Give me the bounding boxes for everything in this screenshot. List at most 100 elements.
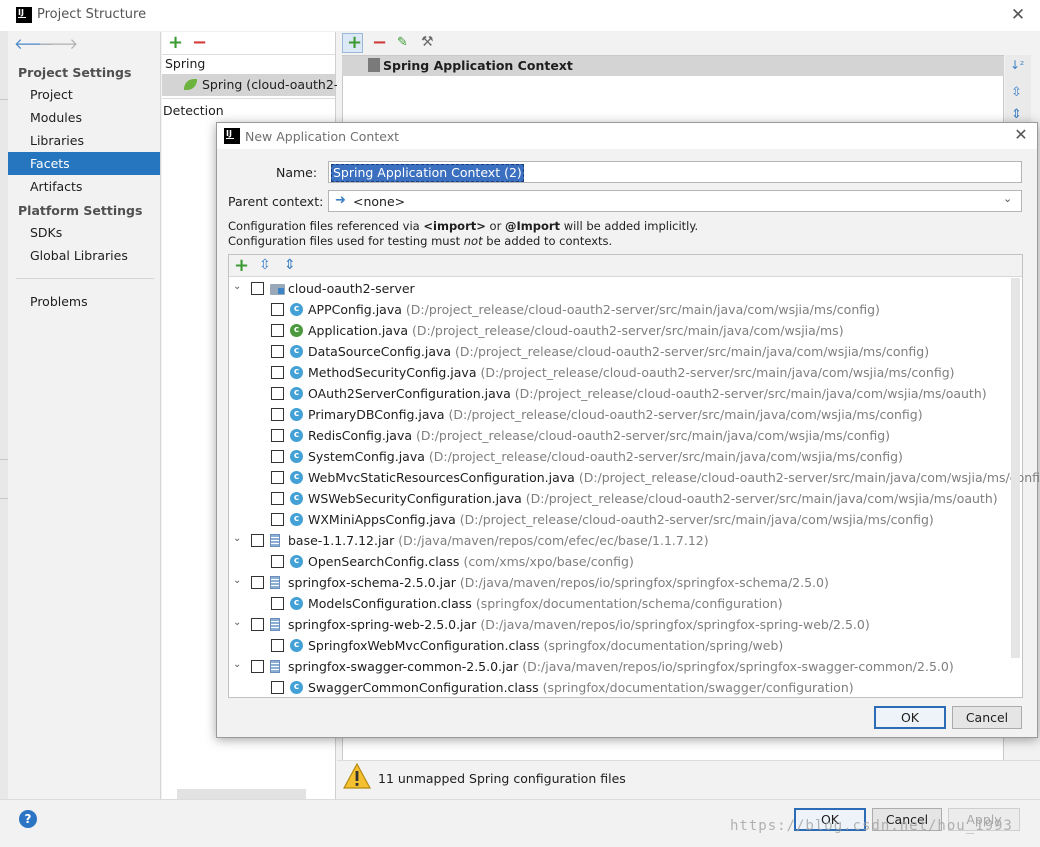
- file-path: (springfox/documentation/swagger/configu…: [542, 680, 854, 695]
- file-checkbox[interactable]: [271, 429, 284, 442]
- add-file-icon[interactable]: +: [234, 257, 249, 275]
- nav-item-modules[interactable]: Modules: [8, 106, 160, 129]
- remove-context-icon[interactable]: −: [372, 34, 387, 52]
- parent-context-label: Parent context:: [228, 194, 324, 209]
- forward-arrow-icon[interactable]: 🡒: [38, 34, 78, 53]
- tree-group-row[interactable]: ⌄ base-1.1.7.12.jar (D:/java/maven/repos/…: [229, 530, 1009, 551]
- tree-file-row[interactable]: c MethodSecurityConfig.java (D:/project_r…: [229, 362, 1009, 383]
- context-header-row[interactable]: Spring Application Context: [342, 56, 1004, 76]
- nav-item-sdks[interactable]: SDKs: [8, 221, 160, 244]
- tree-file-row[interactable]: c OAuth2ServerConfiguration.java (D:/proj…: [229, 383, 1009, 404]
- tree-file-row[interactable]: c WXMiniAppsConfig.java (D:/project_relea…: [229, 509, 1009, 530]
- add-facet-icon[interactable]: +: [168, 34, 183, 52]
- nav-item-project[interactable]: Project: [8, 83, 160, 106]
- chevron-down-icon[interactable]: ⌄: [233, 659, 241, 670]
- file-path: (springfox/documentation/schema/configur…: [475, 596, 783, 611]
- tree-file-row[interactable]: c RedisConfig.java (D:/project_release/cl…: [229, 425, 1009, 446]
- facets-scrollbar[interactable]: [177, 789, 306, 799]
- file-checkbox[interactable]: [271, 597, 284, 610]
- class-icon: c: [290, 492, 303, 505]
- file-checkbox[interactable]: [271, 303, 284, 316]
- file-path: (D:/project_release/cloud-oauth2-server/…: [416, 428, 891, 443]
- chevron-down-icon[interactable]: ⌄: [233, 617, 241, 628]
- nav-item-facets[interactable]: Facets: [8, 152, 160, 175]
- tree-group-row[interactable]: ⌄ springfox-spring-web-2.5.0.jar (D:/java…: [229, 614, 1009, 635]
- file-checkbox[interactable]: [271, 513, 284, 526]
- file-checkbox[interactable]: [271, 681, 284, 694]
- tree-file-row[interactable]: c PrimaryDBConfig.java (D:/project_releas…: [229, 404, 1009, 425]
- tree-file-row[interactable]: c Application.java (D:/project_release/cl…: [229, 320, 1009, 341]
- expand-all-icon[interactable]: ⇳: [1011, 85, 1022, 100]
- facet-group-spring[interactable]: Spring: [165, 56, 205, 71]
- tree-file-row[interactable]: c OpenSearchConfig.class (com/xms/xpo/bas…: [229, 551, 1009, 572]
- parent-context-select[interactable]: ➜ <none> ⌄: [328, 190, 1022, 212]
- tree-row-label: springfox-schema-2.5.0.jar (D:/java/mave…: [288, 575, 829, 590]
- file-checkbox[interactable]: [271, 387, 284, 400]
- edit-icon[interactable]: ✎: [397, 35, 408, 50]
- chevron-down-icon[interactable]: ⌄: [233, 575, 241, 586]
- tree-scrollbar[interactable]: [1011, 278, 1020, 658]
- file-checkbox[interactable]: [271, 471, 284, 484]
- sort-icon[interactable]: ↓ᶻ: [1010, 58, 1024, 72]
- file-checkbox[interactable]: [271, 408, 284, 421]
- nav-item-problems[interactable]: Problems: [8, 290, 160, 313]
- tree-group-row[interactable]: ⌄ cloud-oauth2-server: [229, 278, 1009, 299]
- tree-file-row[interactable]: c WebMvcStaticResourcesConfiguration.java…: [229, 467, 1040, 488]
- chevron-down-icon: ⌄: [1003, 192, 1013, 205]
- file-checkbox[interactable]: [251, 660, 264, 673]
- class-icon: c: [290, 345, 303, 358]
- tree-file-row[interactable]: c SystemConfig.java (D:/project_release/c…: [229, 446, 1009, 467]
- file-checkbox[interactable]: [251, 576, 264, 589]
- tree-file-row[interactable]: c WSWebSecurityConfiguration.java (D:/pro…: [229, 488, 1009, 509]
- file-path: (D:/project_release/cloud-oauth2-server/…: [514, 386, 987, 401]
- expand-all-icon[interactable]: ⇳: [259, 257, 271, 273]
- file-name: APPConfig.java: [308, 302, 402, 317]
- warning-text[interactable]: 11 unmapped Spring configuration files: [378, 771, 626, 786]
- file-checkbox[interactable]: [271, 366, 284, 379]
- name-label: Name:: [276, 165, 318, 180]
- chevron-down-icon[interactable]: ⌄: [233, 281, 241, 292]
- file-checkbox[interactable]: [251, 534, 264, 547]
- tree-group-row[interactable]: ⌄ springfox-schema-2.5.0.jar (D:/java/mav…: [229, 572, 1009, 593]
- file-checkbox[interactable]: [251, 282, 264, 295]
- facet-item-spring[interactable]: Spring (cloud-oauth2-s: [162, 74, 345, 96]
- file-checkbox[interactable]: [271, 639, 284, 652]
- file-checkbox[interactable]: [271, 324, 284, 337]
- tree-group-row[interactable]: ⌄ springfox-swagger-common-2.5.0.jar (D:/…: [229, 656, 1009, 677]
- name-input[interactable]: Spring Application Context (2): [328, 161, 1022, 183]
- class-icon: c: [290, 450, 303, 463]
- detection-label[interactable]: Detection: [163, 103, 224, 118]
- dialog-close-icon[interactable]: ✕: [1011, 125, 1031, 145]
- nav-item-libraries[interactable]: Libraries: [8, 129, 160, 152]
- tree-file-row[interactable]: c DataSourceConfig.java (D:/project_relea…: [229, 341, 1009, 362]
- dialog-ok-button[interactable]: OK: [874, 706, 946, 729]
- tree-row-label: OAuth2ServerConfiguration.java (D:/proje…: [308, 386, 987, 401]
- collapse-all-icon[interactable]: ⇕: [284, 257, 296, 273]
- help-icon[interactable]: ?: [19, 810, 37, 828]
- settings-icon[interactable]: ⚒: [421, 34, 434, 50]
- collapse-all-icon[interactable]: ⇕: [1011, 107, 1022, 122]
- tree-file-row[interactable]: c APPConfig.java (D:/project_release/clou…: [229, 299, 1009, 320]
- tree-file-row[interactable]: c SwaggerCommonConfiguration.class (sprin…: [229, 677, 1009, 698]
- window-close-icon[interactable]: ✕: [1006, 3, 1030, 27]
- class-icon: c: [290, 513, 303, 526]
- nav-item-global-libraries[interactable]: Global Libraries: [8, 244, 160, 267]
- tree-file-row[interactable]: c SpringfoxWebMvcConfiguration.class (spr…: [229, 635, 1009, 656]
- tree-row-label: springfox-swagger-common-2.5.0.jar (D:/j…: [288, 659, 954, 674]
- add-context-button[interactable]: +: [342, 33, 363, 53]
- file-name: DataSourceConfig.java: [308, 344, 452, 359]
- file-checkbox[interactable]: [271, 345, 284, 358]
- file-checkbox[interactable]: [271, 492, 284, 505]
- nav-item-artifacts[interactable]: Artifacts: [8, 175, 160, 198]
- file-path: (D:/java/maven/repos/com/efec/ec/base/1.…: [398, 533, 709, 548]
- file-checkbox[interactable]: [271, 450, 284, 463]
- remove-facet-icon[interactable]: −: [192, 34, 207, 52]
- tree-file-row[interactable]: c ModelsConfiguration.class (springfox/do…: [229, 593, 1009, 614]
- chevron-down-icon[interactable]: ⌄: [233, 533, 241, 544]
- dialog-cancel-button[interactable]: Cancel: [952, 706, 1022, 729]
- tree-row-label: ModelsConfiguration.class (springfox/doc…: [308, 596, 783, 611]
- file-checkbox[interactable]: [251, 618, 264, 631]
- intellij-logo-icon: IJ: [16, 7, 32, 23]
- file-checkbox[interactable]: [271, 555, 284, 568]
- tree-row-label: WSWebSecurityConfiguration.java (D:/proj…: [308, 491, 998, 506]
